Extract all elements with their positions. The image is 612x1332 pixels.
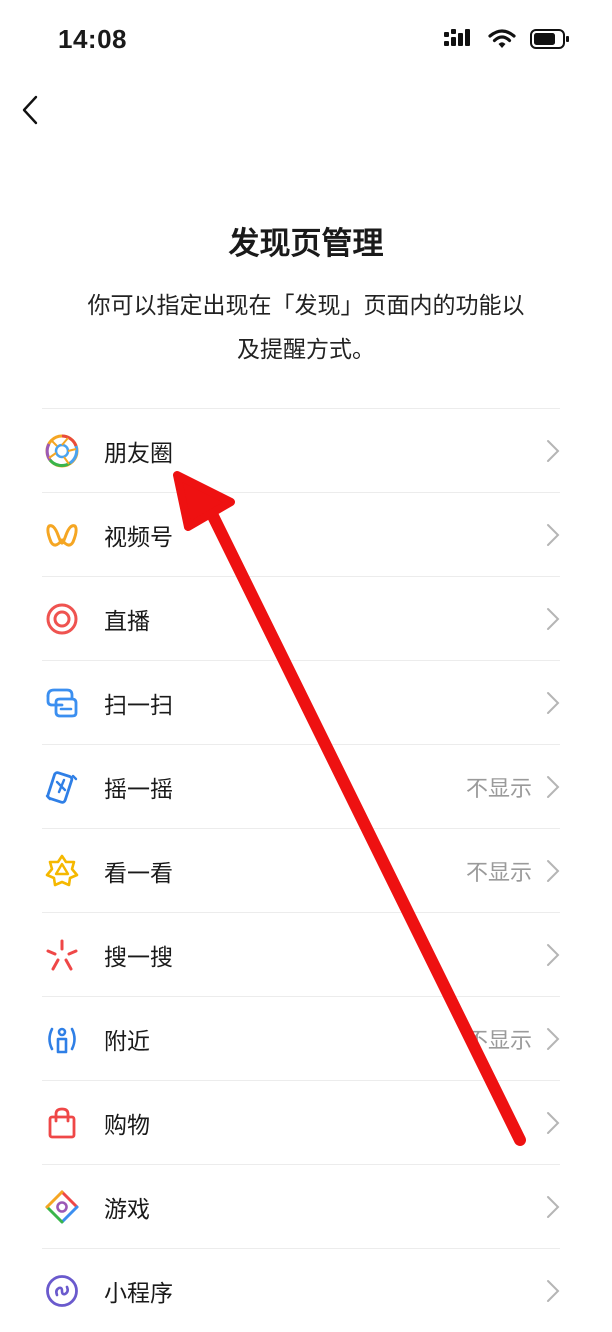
list-item-nearby[interactable]: 附近 不显示	[42, 997, 560, 1081]
list-item-search[interactable]: 搜一搜	[42, 913, 560, 997]
item-label: 搜一搜	[104, 944, 173, 971]
description-line-2: 及提醒方式。	[237, 337, 375, 363]
item-label: 小程序	[104, 1280, 173, 1307]
channels-icon	[46, 523, 78, 546]
item-label: 视频号	[104, 524, 173, 551]
list-item-mini-programs[interactable]: 小程序	[42, 1249, 560, 1332]
list-item-scan[interactable]: 扫一扫	[42, 661, 560, 745]
shopping-bag-icon	[48, 1107, 76, 1138]
chevron-left-icon	[22, 95, 38, 125]
item-label: 直播	[104, 608, 150, 635]
chevron-right-icon	[547, 1111, 560, 1134]
list-item-channels[interactable]: 视频号	[42, 493, 560, 577]
item-label: 看一看	[104, 860, 173, 887]
top-stories-icon	[45, 854, 79, 886]
chevron-right-icon	[547, 775, 560, 798]
item-label: 扫一扫	[104, 692, 173, 719]
wifi-icon	[488, 29, 516, 48]
visibility-status: 不显示	[465, 776, 532, 802]
chevron-right-icon	[547, 439, 560, 462]
cellular-signal-icon	[444, 29, 470, 46]
chevron-right-icon	[547, 523, 560, 546]
visibility-status: 不显示	[465, 1028, 532, 1054]
chevron-right-icon	[547, 1279, 560, 1302]
list-item-live[interactable]: 直播	[42, 577, 560, 661]
moments-icon	[45, 434, 79, 467]
status-time: 14:08	[58, 24, 127, 54]
scan-icon	[46, 688, 78, 717]
shake-icon	[45, 770, 78, 804]
battery-icon	[530, 29, 569, 49]
mini-programs-icon	[46, 1274, 78, 1307]
nearby-icon	[48, 1027, 76, 1053]
list-item-games[interactable]: 游戏	[42, 1165, 560, 1249]
status-icons	[444, 28, 570, 50]
chevron-right-icon	[547, 607, 560, 630]
description-line-1: 你可以指定出现在「发现」页面内的功能以	[87, 293, 525, 319]
discover-feature-list: 朋友圈 视频号 直播 扫一扫 摇一摇 不显示 看一看 不显示 搜一搜 附近 不显…	[42, 408, 560, 1332]
chevron-right-icon	[547, 1027, 560, 1050]
page-title: 发现页管理	[228, 226, 384, 262]
item-label: 游戏	[104, 1196, 150, 1223]
chevron-right-icon	[547, 1195, 560, 1218]
item-label: 购物	[104, 1112, 150, 1139]
back-button[interactable]	[10, 90, 50, 130]
games-icon	[45, 1190, 79, 1223]
chevron-right-icon	[547, 691, 560, 714]
chevron-right-icon	[547, 859, 560, 882]
search-icon	[46, 939, 78, 970]
live-icon	[46, 603, 78, 634]
chevron-right-icon	[547, 943, 560, 966]
item-label: 摇一摇	[104, 776, 173, 803]
item-label: 附近	[104, 1028, 150, 1055]
list-item-shopping[interactable]: 购物	[42, 1081, 560, 1165]
item-label: 朋友圈	[104, 440, 173, 467]
visibility-status: 不显示	[465, 860, 532, 886]
status-bar: 14:08	[0, 0, 612, 80]
list-item-top-stories[interactable]: 看一看 不显示	[42, 829, 560, 913]
list-item-moments[interactable]: 朋友圈	[42, 409, 560, 493]
page-description: 你可以指定出现在「发现」页面内的功能以 及提醒方式。	[40, 284, 572, 372]
list-item-shake[interactable]: 摇一摇 不显示	[42, 745, 560, 829]
